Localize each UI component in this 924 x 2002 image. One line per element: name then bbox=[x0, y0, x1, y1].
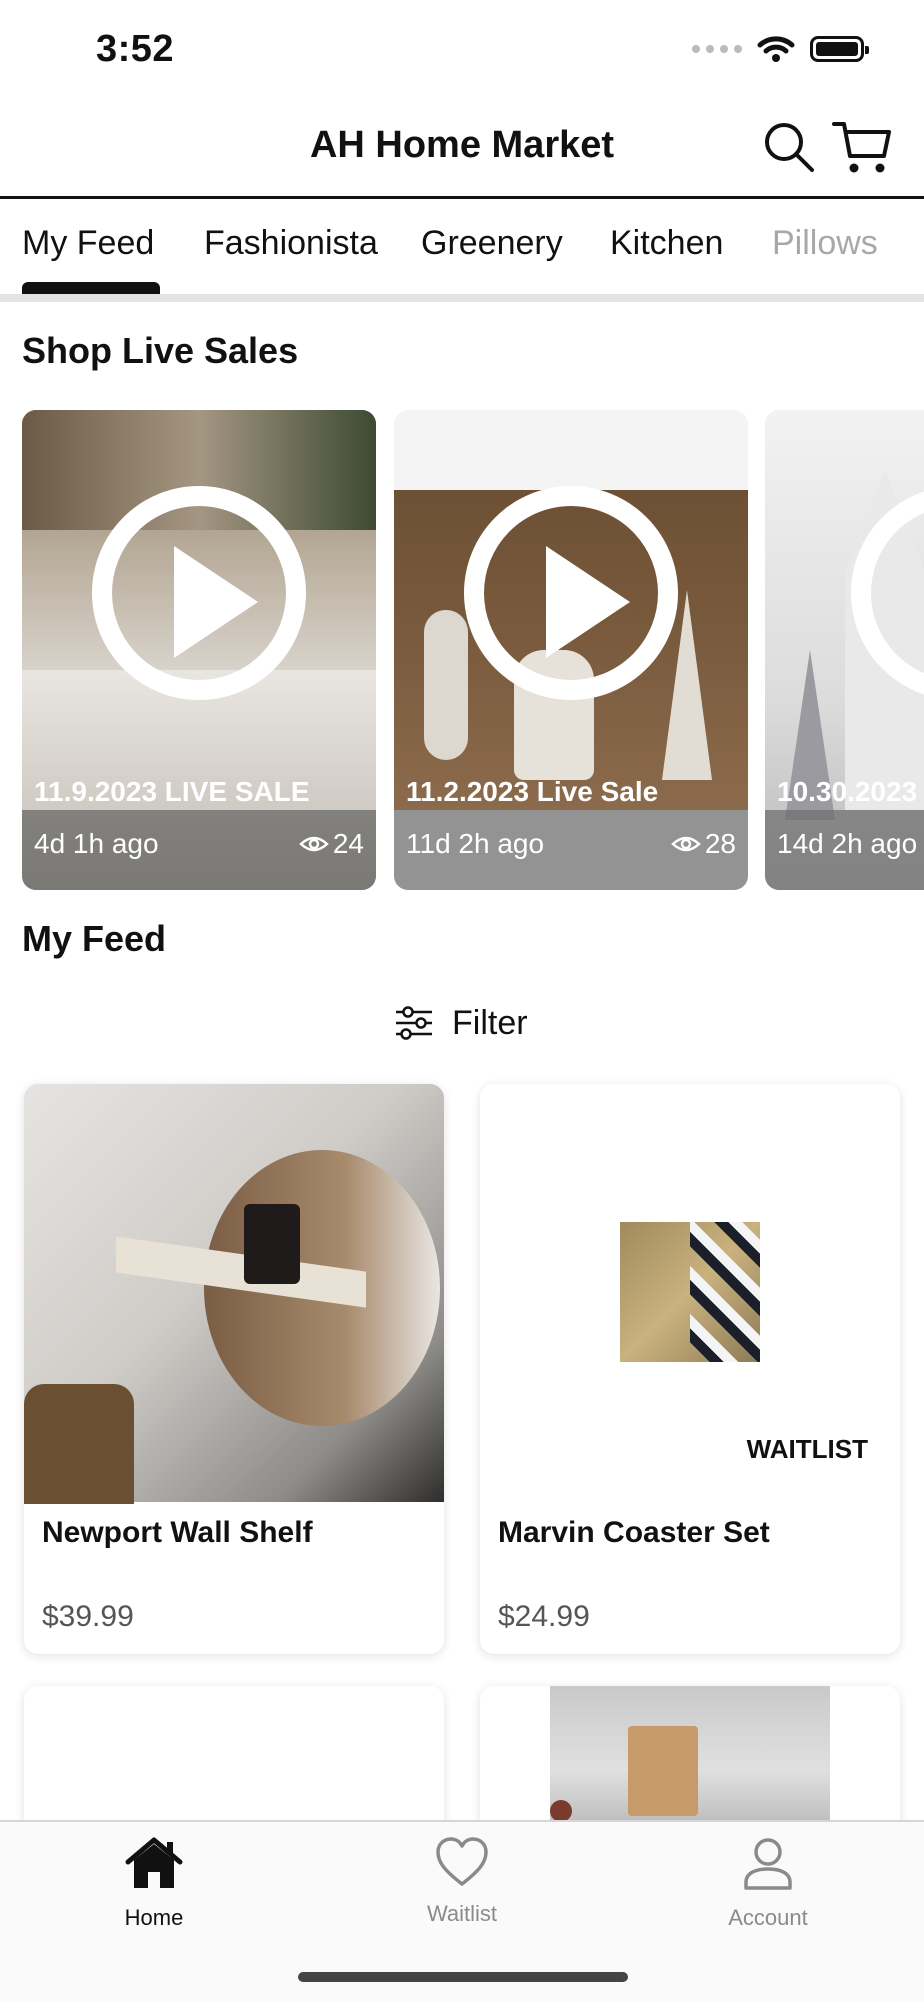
tab-fashionista[interactable]: Fashionista bbox=[204, 224, 378, 263]
product-card[interactable]: WAITLIST Marvin Coaster Set $24.99 bbox=[480, 1084, 900, 1654]
status-icons bbox=[692, 34, 869, 64]
tab-my-feed[interactable]: My Feed bbox=[22, 224, 154, 263]
waitlist-badge: WAITLIST bbox=[746, 1434, 868, 1464]
eye-icon bbox=[670, 836, 701, 852]
tabs-divider bbox=[0, 294, 924, 302]
product-name: Newport Wall Shelf bbox=[42, 1516, 313, 1549]
product-image bbox=[550, 1686, 830, 1826]
product-name: Marvin Coaster Set bbox=[498, 1516, 770, 1549]
battery-icon bbox=[810, 36, 869, 62]
home-indicator bbox=[298, 1972, 628, 1982]
wifi-icon bbox=[757, 36, 795, 62]
live-sales-title: Shop Live Sales bbox=[22, 330, 299, 371]
tab-pillows[interactable]: Pillows bbox=[772, 224, 878, 263]
cart-icon bbox=[832, 122, 891, 173]
nav-waitlist-label: Waitlist bbox=[426, 1901, 498, 1926]
search-icon bbox=[765, 123, 814, 172]
person-icon bbox=[744, 1838, 792, 1890]
product-price: $24.99 bbox=[498, 1600, 590, 1633]
live-sale-time: 4d 1h ago bbox=[34, 828, 159, 859]
play-icon[interactable] bbox=[464, 486, 678, 700]
filter-button[interactable]: Filter bbox=[394, 1000, 528, 1046]
filter-icon bbox=[396, 1006, 432, 1040]
heart-icon bbox=[436, 1837, 488, 1886]
live-sale-title: 11.2.2023 Live Sale bbox=[406, 776, 659, 807]
play-icon[interactable] bbox=[92, 486, 306, 700]
nav-waitlist[interactable]: Waitlist bbox=[362, 1836, 562, 1927]
nav-account-label: Account bbox=[728, 1905, 808, 1930]
live-sale-card[interactable]: 11.9.2023 LIVE SALE 4d 1h ago 24 bbox=[22, 410, 376, 890]
nav-home[interactable]: Home bbox=[54, 1836, 254, 1931]
nav-home-label: Home bbox=[124, 1905, 184, 1930]
product-image bbox=[24, 1084, 444, 1504]
home-icon bbox=[125, 1837, 183, 1888]
live-sale-time: 11d 2h ago bbox=[406, 828, 545, 859]
feed-title: My Feed bbox=[22, 918, 167, 959]
header-divider bbox=[0, 196, 924, 199]
active-tab-indicator bbox=[22, 282, 160, 294]
live-sale-title: 11.9.2023 LIVE SALE bbox=[34, 776, 310, 807]
live-sale-card[interactable]: 11.2.2023 Live Sale 11d 2h ago 28 bbox=[394, 410, 748, 890]
tab-greenery[interactable]: Greenery bbox=[421, 224, 563, 263]
signal-icon bbox=[692, 45, 742, 53]
live-sale-time: 14d 2h ago bbox=[777, 828, 918, 859]
nav-account[interactable]: Account bbox=[668, 1836, 868, 1931]
live-sale-card[interactable]: 10.30.2023 14d 2h ago bbox=[765, 410, 924, 890]
filter-label: Filter bbox=[452, 1003, 528, 1042]
view-count: 28 bbox=[704, 828, 736, 859]
tab-kitchen[interactable]: Kitchen bbox=[610, 224, 723, 263]
cart-button[interactable] bbox=[832, 118, 892, 178]
status-time: 3:52 bbox=[96, 28, 175, 70]
product-price: $39.99 bbox=[42, 1600, 134, 1633]
eye-icon bbox=[298, 836, 329, 852]
search-button[interactable] bbox=[762, 120, 816, 174]
product-card[interactable]: Newport Wall Shelf $39.99 bbox=[24, 1084, 444, 1654]
live-sale-title: 10.30.2023 bbox=[777, 776, 918, 807]
view-count: 24 bbox=[332, 828, 364, 859]
